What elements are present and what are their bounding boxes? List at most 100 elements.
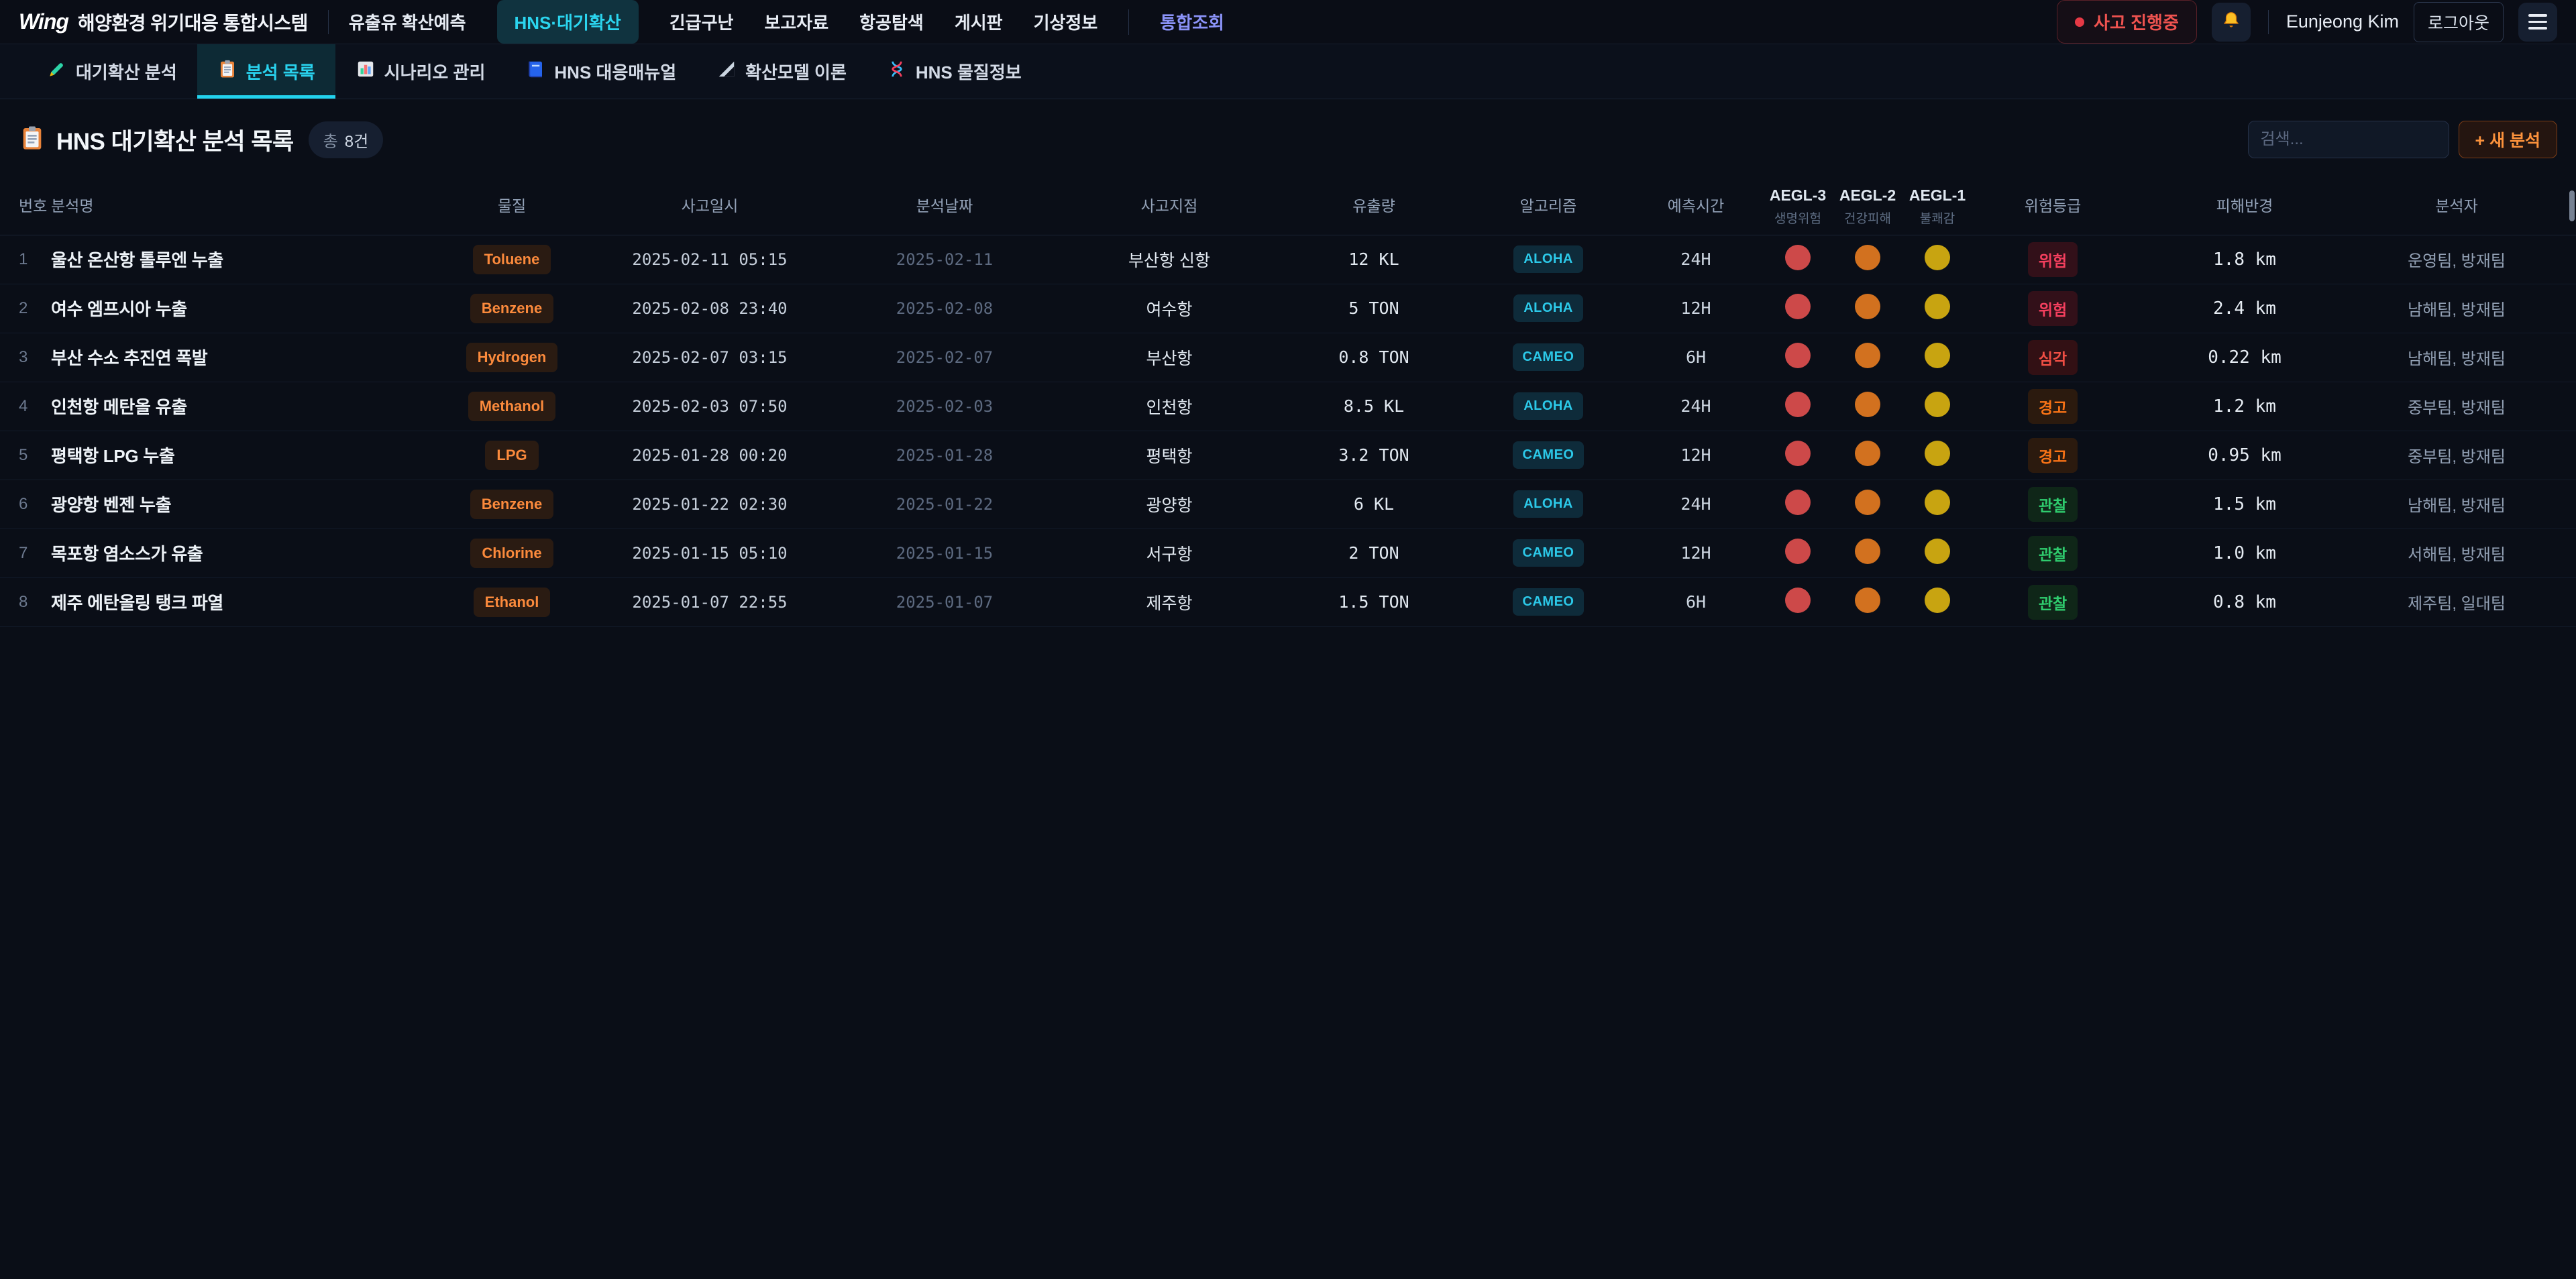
analysis-table: 번호 분석명 물질 사고일시 분석날짜 사고지점 유출량 알고리즘 예측시간 A… (0, 181, 2576, 627)
substance-badge: Methanol (468, 392, 556, 421)
row-location: 부산항 (1059, 345, 1280, 370)
nav-item-3[interactable]: 보고자료 (764, 9, 828, 34)
row-no: 7 (19, 544, 51, 563)
algorithm-badge: CAMEO (1513, 343, 1585, 371)
row-substance: Ethanol (435, 588, 589, 617)
substance-badge: Toluene (473, 245, 551, 274)
table-body: 1울산 온산항 톨루엔 누출Toluene2025-02-11 05:15202… (0, 235, 2576, 627)
tab-3[interactable]: HNS 대응매뉴얼 (505, 44, 696, 99)
header-aegl2: AEGL-2 건강피해 (1833, 185, 1902, 228)
incident-status-badge[interactable]: 사고 진행중 (2057, 0, 2197, 44)
header-analysis-date: 분석날짜 (830, 196, 1059, 217)
aegl3-indicator-icon (1785, 441, 1811, 466)
header-aegl3: AEGL-3 생명위험 (1763, 185, 1833, 228)
tab-5[interactable]: HNS 물질정보 (867, 44, 1042, 99)
row-aegl3 (1763, 392, 1833, 421)
table-scrollbar-thumb[interactable] (2569, 190, 2575, 221)
row-analysis-date: 2025-01-28 (830, 446, 1059, 465)
row-aegl3 (1763, 441, 1833, 469)
substance-badge: Ethanol (474, 588, 551, 617)
row-grade: 관찰 (1972, 487, 2133, 522)
aegl1-indicator-icon (1925, 343, 1950, 368)
nav-item-2[interactable]: 긴급구난 (669, 9, 734, 34)
row-grade: 관찰 (1972, 536, 2133, 571)
aegl1-indicator-icon (1925, 294, 1950, 319)
row-location: 여수항 (1059, 296, 1280, 321)
header-algorithm: 알고리즘 (1468, 196, 1629, 217)
row-no: 5 (19, 446, 51, 465)
grade-badge: 경고 (2028, 438, 2078, 473)
table-row[interactable]: 8제주 에탄올링 탱크 파열Ethanol2025-01-07 22:55202… (0, 578, 2576, 627)
nav-item-1[interactable]: HNS·대기확산 (497, 0, 639, 44)
tab-2[interactable]: 시나리오 관리 (335, 44, 506, 99)
row-amount: 0.8 TON (1280, 347, 1468, 367)
tab-label: 시나리오 관리 (384, 59, 486, 84)
row-grade: 관찰 (1972, 585, 2133, 620)
row-name: 제주 에탄올링 탱크 파열 (51, 590, 435, 614)
aegl1-indicator-icon (1925, 441, 1950, 466)
header-datetime: 사고일시 (589, 196, 830, 217)
algorithm-badge: ALOHA (1513, 392, 1583, 420)
row-analyst: 중부팀, 방재팀 (2356, 394, 2557, 418)
row-aegl1 (1902, 490, 1972, 518)
row-radius: 1.0 km (2133, 543, 2356, 563)
total-count-label: 총 (323, 128, 338, 152)
grade-badge: 관찰 (2028, 585, 2078, 620)
app-logo[interactable]: Wing 해양환경 위기대응 통합시스템 (19, 9, 308, 36)
grade-badge: 위험 (2028, 242, 2078, 277)
row-aegl3 (1763, 343, 1833, 372)
nav-item-4[interactable]: 항공탐색 (859, 9, 924, 34)
row-location: 인천항 (1059, 394, 1280, 419)
row-amount: 8.5 KL (1280, 396, 1468, 416)
tab-1[interactable]: 분석 목록 (197, 44, 335, 99)
menu-button[interactable] (2518, 3, 2557, 42)
row-duration: 12H (1629, 445, 1763, 465)
table-row[interactable]: 4인천항 메탄올 유출Methanol2025-02-03 07:502025-… (0, 382, 2576, 431)
row-location: 부산항 신항 (1059, 247, 1280, 272)
hamburger-icon (2528, 14, 2547, 30)
row-analyst: 남해팀, 방재팀 (2356, 296, 2557, 320)
row-analysis-date: 2025-02-03 (830, 397, 1059, 416)
row-analyst: 제주팀, 일대팀 (2356, 590, 2557, 614)
table-row[interactable]: 7목포항 염소스가 유출Chlorine2025-01-15 05:102025… (0, 529, 2576, 578)
row-grade: 위험 (1972, 242, 2133, 277)
aegl2-indicator-icon (1855, 441, 1880, 466)
aegl2-indicator-icon (1855, 490, 1880, 515)
nav-item-5[interactable]: 게시판 (955, 9, 1003, 34)
aegl3-indicator-icon (1785, 588, 1811, 613)
row-analyst: 남해팀, 방재팀 (2356, 492, 2557, 516)
row-algorithm: CAMEO (1468, 588, 1629, 616)
row-datetime: 2025-01-07 22:55 (589, 593, 830, 612)
row-aegl1 (1902, 588, 1972, 616)
header-duration: 예측시간 (1629, 196, 1763, 217)
grade-badge: 관찰 (2028, 487, 2078, 522)
row-duration: 6H (1629, 592, 1763, 612)
page-head: HNS 대기확산 분석 목록 총 8건 + 새 분석 (0, 118, 2576, 161)
row-aegl2 (1833, 343, 1902, 372)
aegl3-indicator-icon (1785, 343, 1811, 368)
nav-item-7[interactable]: 통합조회 (1160, 9, 1224, 34)
table-row[interactable]: 2여수 엠프시아 누출Benzene2025-02-08 23:402025-0… (0, 284, 2576, 333)
nav-item-0[interactable]: 유출유 확산예측 (349, 9, 466, 34)
substance-badge: Chlorine (470, 539, 553, 568)
row-radius: 0.8 km (2133, 592, 2356, 612)
header-aegl1: AEGL-1 불쾌감 (1902, 185, 1972, 228)
tab-4[interactable]: 확산모델 이론 (696, 44, 867, 99)
table-row[interactable]: 3부산 수소 추진연 폭발Hydrogen2025-02-07 03:15202… (0, 333, 2576, 382)
row-analysis-date: 2025-01-07 (830, 593, 1059, 612)
table-row[interactable]: 6광양항 벤젠 누출Benzene2025-01-22 02:302025-01… (0, 480, 2576, 529)
row-aegl1 (1902, 343, 1972, 372)
aegl3-indicator-icon (1785, 245, 1811, 270)
algorithm-badge: ALOHA (1513, 294, 1583, 322)
table-row[interactable]: 5평택항 LPG 누출LPG2025-01-28 00:202025-01-28… (0, 431, 2576, 480)
substance-badge: LPG (485, 441, 538, 470)
header-grade: 위험등급 (1972, 196, 2133, 217)
tab-0[interactable]: 대기확산 분석 (27, 44, 197, 99)
table-row[interactable]: 1울산 온산항 톨루엔 누출Toluene2025-02-11 05:15202… (0, 235, 2576, 284)
notification-button[interactable] (2212, 3, 2251, 42)
nav-item-6[interactable]: 기상정보 (1034, 9, 1098, 34)
search-input[interactable] (2248, 121, 2449, 158)
new-analysis-button[interactable]: + 새 분석 (2459, 121, 2558, 158)
logout-button[interactable]: 로그아웃 (2414, 2, 2504, 42)
row-radius: 0.95 km (2133, 445, 2356, 465)
